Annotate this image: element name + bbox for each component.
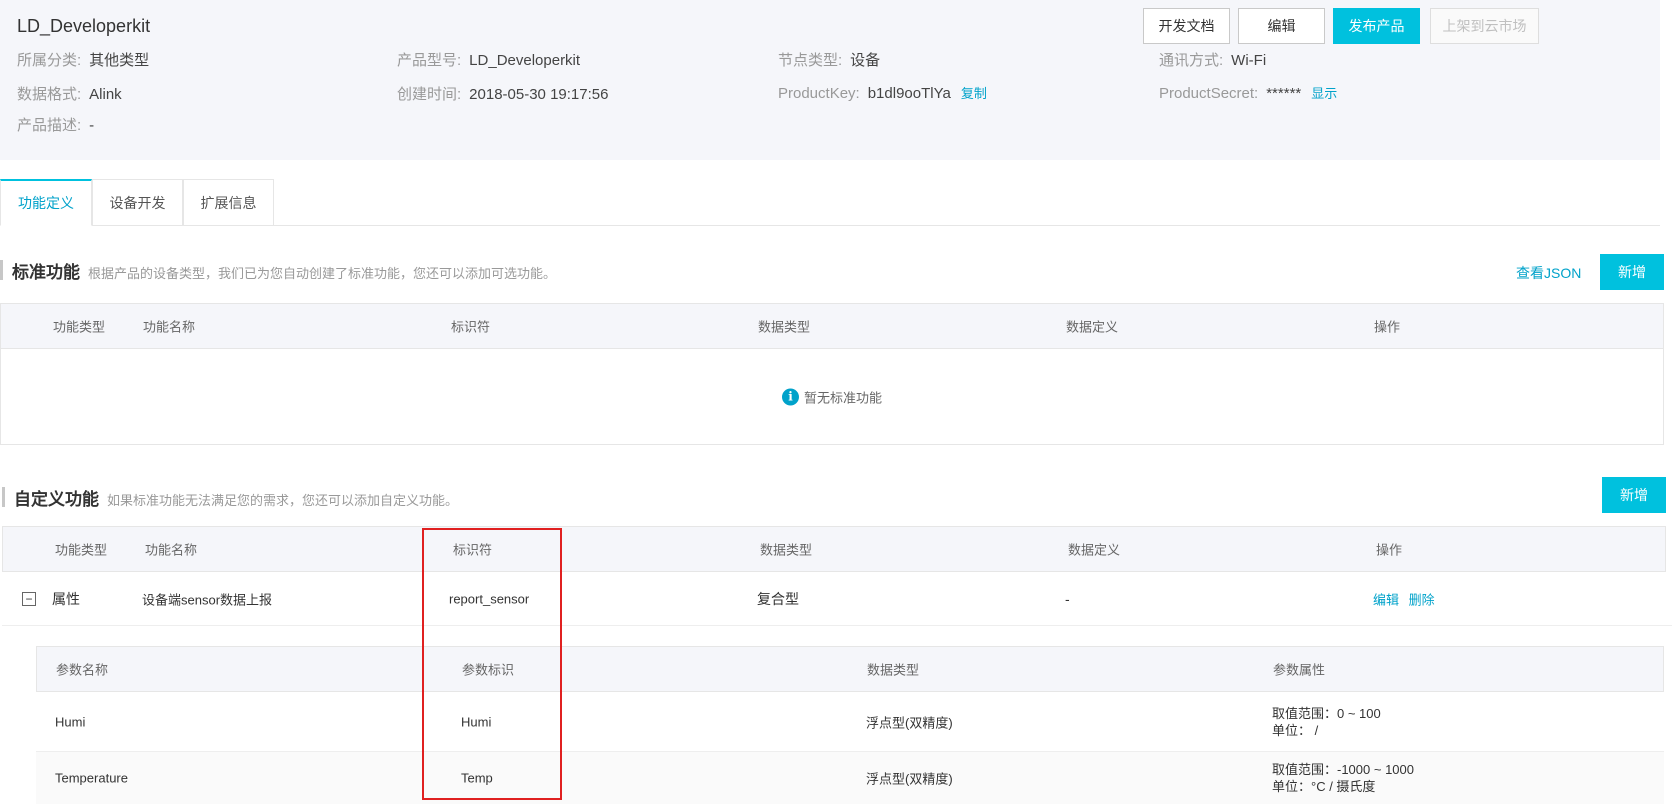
meta-created: 创建时间: 2018-05-30 19:17:56 — [397, 86, 609, 103]
edit-product-button[interactable]: 编辑 — [1238, 8, 1325, 44]
param-name: Humi — [55, 714, 86, 729]
info-icon: i — [781, 388, 799, 405]
edit-link[interactable]: 编辑 — [1373, 592, 1399, 607]
param-table-header: 参数名称 参数标识 数据类型 参数属性 — [36, 646, 1664, 692]
section-bar — [0, 260, 3, 280]
collapse-icon[interactable]: − — [22, 592, 36, 606]
product-title: LD_Developerkit — [17, 16, 151, 36]
meta-comm: 通讯方式: Wi-Fi — [1159, 52, 1267, 69]
param-name: Temperature — [55, 770, 128, 786]
col-function-type: 功能类型 — [53, 319, 106, 335]
meta-category: 所属分类: 其他类型 — [17, 52, 150, 69]
add-custom-button[interactable]: 新增 — [1602, 477, 1666, 513]
col-identifier: 标识符 — [451, 319, 491, 335]
col-identifier: 标识符 — [453, 542, 493, 558]
tab-bar: 功能定义 设备开发 扩展信息 — [0, 179, 1660, 226]
standard-table-header: 功能类型 功能名称 标识符 数据类型 数据定义 操作 — [0, 303, 1664, 349]
col-param-name: 参数名称 — [56, 662, 109, 678]
meta-format: 数据格式: Alink — [17, 86, 122, 103]
col-operation: 操作 — [1374, 319, 1401, 335]
param-type: 浮点型(双精度) — [866, 715, 953, 730]
meta-product-secret: ProductSecret: ****** 显示 — [1159, 85, 1338, 102]
copy-key-link[interactable]: 复制 — [961, 86, 987, 101]
cell-function-type: 属性 — [52, 590, 80, 607]
list-on-market-button[interactable]: 上架到云市场 — [1430, 8, 1539, 44]
dev-docs-button[interactable]: 开发文档 — [1143, 8, 1230, 44]
col-data-definition: 数据定义 — [1068, 542, 1121, 558]
param-id: Temp — [461, 770, 493, 786]
show-secret-link[interactable]: 显示 — [1311, 86, 1337, 101]
col-param-props: 参数属性 — [1273, 662, 1326, 678]
tab-device-development[interactable]: 设备开发 — [92, 179, 183, 226]
param-type: 浮点型(双精度) — [866, 771, 953, 787]
table-row: − 属性 设备端sensor数据上报 report_sensor 复合型 - 编… — [2, 572, 1672, 626]
meta-product-key: ProductKey: b1dl9ooTlYa 复制 — [778, 85, 987, 102]
product-header: LD_Developerkit 开发文档 编辑 发布产品 上架到云市场 所属分类… — [0, 0, 1660, 160]
delete-link[interactable]: 删除 — [1409, 592, 1435, 607]
col-function-name: 功能名称 — [143, 319, 196, 335]
tab-function-definition[interactable]: 功能定义 — [0, 179, 92, 226]
cell-data-type: 复合型 — [757, 590, 799, 607]
col-data-type: 数据类型 — [758, 319, 811, 335]
tab-extended-info[interactable]: 扩展信息 — [183, 179, 274, 226]
col-function-type: 功能类型 — [55, 542, 108, 558]
standard-section-title: 标准功能 根据产品的设备类型，我们已为您自动创建了标准功能，您还可以添加可选功能… — [0, 258, 556, 283]
custom-table-header: 功能类型 功能名称 标识符 数据类型 数据定义 操作 — [2, 526, 1666, 572]
empty-message: i 暂无标准功能 — [781, 387, 882, 406]
col-param-id: 参数标识 — [462, 662, 515, 678]
meta-node-type: 节点类型: 设备 — [778, 52, 881, 69]
meta-model: 产品型号: LD_Developerkit — [397, 52, 581, 69]
section-bar — [2, 487, 5, 507]
custom-section-title: 自定义功能 如果标准功能无法满足您的需求，您还可以添加自定义功能。 — [2, 485, 458, 510]
param-subtable: 参数名称 参数标识 数据类型 参数属性 Humi Humi 浮点型(双精度) 取… — [36, 626, 1664, 804]
add-standard-button[interactable]: 新增 — [1600, 254, 1664, 290]
param-row: Temperature Temp 浮点型(双精度) 取值范围：-1000 ~ 1… — [36, 752, 1664, 804]
publish-product-button[interactable]: 发布产品 — [1333, 8, 1420, 44]
param-props: 取值范围：-1000 ~ 1000 单位：°C / 摄氏度 — [1272, 762, 1414, 794]
col-operation: 操作 — [1376, 542, 1403, 558]
cell-function-name: 设备端sensor数据上报 — [142, 592, 273, 607]
col-function-name: 功能名称 — [145, 542, 198, 558]
param-row: Humi Humi 浮点型(双精度) 取值范围：0 ~ 100 单位： / — [36, 692, 1664, 752]
cell-operations: 编辑 删除 — [1373, 589, 1435, 608]
cell-identifier: report_sensor — [449, 591, 530, 606]
param-id: Humi — [461, 714, 492, 729]
standard-empty-state: i 暂无标准功能 — [0, 349, 1664, 445]
col-data-definition: 数据定义 — [1066, 319, 1119, 335]
cell-data-definition: - — [1065, 590, 1070, 607]
col-param-type: 数据类型 — [867, 662, 920, 678]
view-json-link[interactable]: 查看JSON — [1516, 263, 1581, 283]
meta-description: 产品描述: - — [17, 117, 95, 134]
param-props: 取值范围：0 ~ 100 单位： / — [1272, 706, 1381, 738]
col-data-type: 数据类型 — [760, 542, 813, 558]
